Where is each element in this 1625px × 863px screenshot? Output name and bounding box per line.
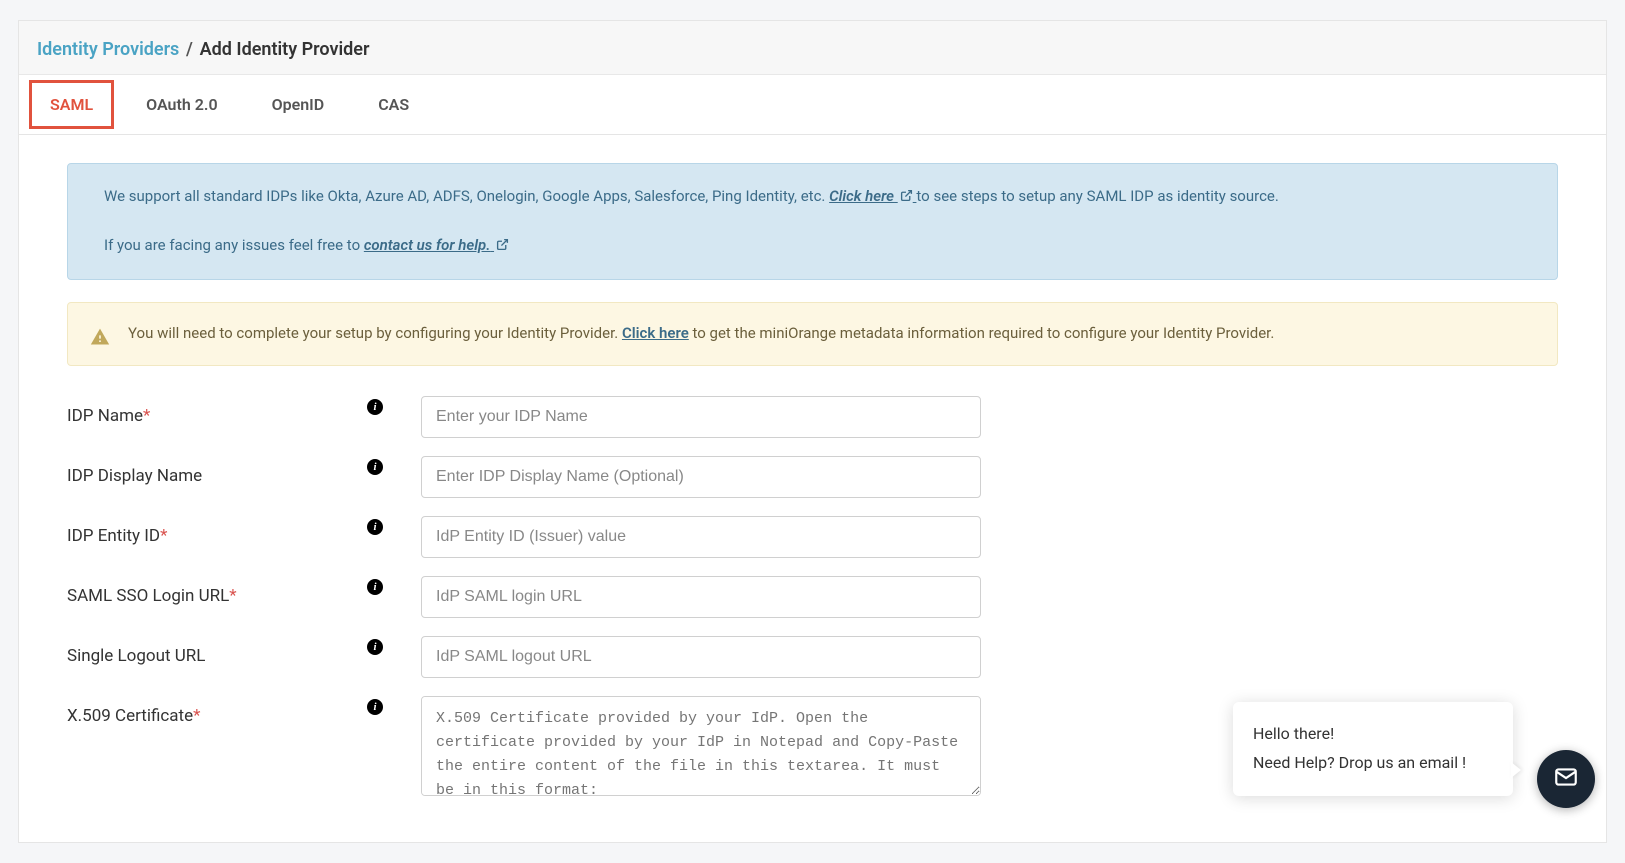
chat-popup: Hello there! Need Help? Drop us an email… (1233, 702, 1513, 796)
tab-openid[interactable]: OpenID (250, 75, 347, 134)
breadcrumb: Identity Providers / Add Identity Provid… (19, 21, 1606, 75)
info-text-2a: If you are facing any issues feel free t… (104, 236, 364, 254)
saml-sso-url-input[interactable] (421, 576, 981, 618)
single-logout-url-input[interactable] (421, 636, 981, 678)
tab-oauth[interactable]: OAuth 2.0 (124, 75, 240, 134)
label-single-logout-url: Single Logout URL (67, 636, 367, 666)
tab-cas[interactable]: CAS (356, 75, 431, 134)
warning-alert: You will need to complete your setup by … (67, 302, 1558, 366)
info-alert: We support all standard IDPs like Okta, … (67, 163, 1558, 280)
info-icon[interactable]: i (367, 579, 383, 595)
breadcrumb-parent-link[interactable]: Identity Providers (37, 39, 179, 60)
chat-line-2: Need Help? Drop us an email ! (1253, 749, 1493, 778)
idp-name-input[interactable] (421, 396, 981, 438)
warn-text-1: You will need to complete your setup by … (128, 324, 622, 342)
external-link-icon (900, 185, 913, 211)
mail-icon (1553, 764, 1579, 794)
label-idp-display-name: IDP Display Name (67, 456, 367, 486)
info-icon[interactable]: i (367, 399, 383, 415)
breadcrumb-current: Add Identity Provider (200, 39, 370, 60)
label-saml-sso-url: SAML SSO Login URL* (67, 576, 367, 606)
warning-icon (90, 327, 110, 356)
external-link-icon (496, 234, 509, 260)
info-icon[interactable]: i (367, 699, 383, 715)
chat-line-1: Hello there! (1253, 720, 1493, 749)
x509-cert-textarea[interactable] (421, 696, 981, 796)
info-icon[interactable]: i (367, 639, 383, 655)
warn-text-2: to get the miniOrange metadata informati… (693, 324, 1275, 342)
info-icon[interactable]: i (367, 519, 383, 535)
chat-button[interactable] (1537, 750, 1595, 808)
info-icon[interactable]: i (367, 459, 383, 475)
idp-entity-id-input[interactable] (421, 516, 981, 558)
info-link-contact-us[interactable]: contact us for help. (364, 236, 509, 254)
idp-display-name-input[interactable] (421, 456, 981, 498)
label-idp-name: IDP Name* (67, 396, 367, 426)
info-text-1b: to see steps to setup any SAML IDP as id… (916, 187, 1278, 205)
label-x509-cert: X.509 Certificate* (67, 696, 367, 726)
info-link-click-here[interactable]: Click here (829, 187, 916, 205)
warn-link-click-here[interactable]: Click here (622, 324, 689, 342)
tabs: SAML OAuth 2.0 OpenID CAS (19, 75, 1606, 135)
breadcrumb-sep: / (186, 39, 193, 60)
tab-saml[interactable]: SAML (29, 80, 114, 129)
info-text-1a: We support all standard IDPs like Okta, … (104, 187, 829, 205)
label-idp-entity-id: IDP Entity ID* (67, 516, 367, 546)
